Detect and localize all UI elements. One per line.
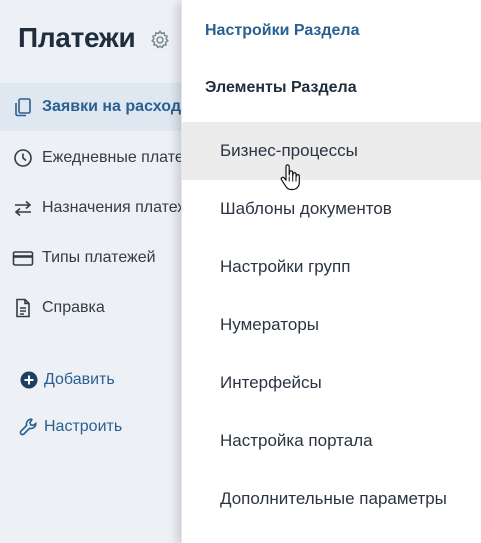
section-settings-menu: Настройки Раздела Элементы Раздела Бизне…	[181, 0, 481, 543]
sidebar-item-payment-purposes[interactable]: Назначения платежей	[0, 184, 200, 232]
clock-icon	[12, 147, 34, 169]
menu-item-label: Настройки групп	[220, 257, 351, 276]
swap-arrows-icon	[12, 197, 34, 219]
sidebar-item-label: Заявки на расходы	[42, 98, 195, 115]
add-button[interactable]: Добавить	[18, 369, 115, 391]
plus-circle-icon	[18, 369, 40, 391]
menu-item-additional-parameters[interactable]: Дополнительные параметры	[182, 470, 481, 528]
sidebar-item-daily-payments[interactable]: Ежедневные платежи	[0, 134, 200, 182]
page-title: Платежи	[18, 22, 136, 53]
menu-item-label: Дополнительные параметры	[220, 489, 447, 508]
document-icon	[12, 297, 34, 319]
sidebar-item-payment-types[interactable]: Типы платежей	[0, 234, 200, 282]
sidebar-item-expense-requests[interactable]: Заявки на расходы	[0, 83, 200, 131]
sidebar-item-label: Назначения платежей	[42, 199, 200, 216]
section-settings-link[interactable]: Настройки Раздела	[205, 22, 359, 40]
sidebar-item-help[interactable]: Справка	[0, 284, 200, 332]
menu-item-label: Настройка портала	[220, 431, 373, 450]
sidebar-item-label: Типы платежей	[42, 249, 156, 266]
menu-item-label: Нумераторы	[220, 315, 319, 334]
app-screen: Платежи Заявки на расходы Ежедневные пла…	[0, 0, 481, 543]
wrench-icon	[18, 416, 40, 438]
section-elements-heading: Элементы Раздела	[205, 79, 357, 96]
add-button-label: Добавить	[44, 371, 115, 388]
menu-item-numerators[interactable]: Нумераторы	[182, 296, 481, 354]
sidebar: Платежи Заявки на расходы Ежедневные пла…	[0, 0, 200, 543]
menu-item-portal-settings[interactable]: Настройка портала	[182, 412, 481, 470]
sidebar-item-label: Справка	[42, 299, 105, 316]
documents-icon	[12, 96, 34, 118]
menu-item-label: Интерфейсы	[220, 373, 322, 392]
sidebar-item-label: Ежедневные платежи	[42, 149, 200, 166]
configure-button[interactable]: Настроить	[18, 416, 122, 438]
configure-button-label: Настроить	[44, 418, 123, 435]
menu-item-group-settings[interactable]: Настройки групп	[182, 238, 481, 296]
menu-item-document-templates[interactable]: Шаблоны документов	[182, 180, 481, 238]
credit-card-icon	[12, 247, 34, 269]
menu-item-label: Шаблоны документов	[220, 199, 392, 218]
menu-item-interfaces[interactable]: Интерфейсы	[182, 354, 481, 412]
menu-item-label: Бизнес-процессы	[220, 141, 358, 160]
menu-item-business-processes[interactable]: Бизнес-процессы	[182, 122, 481, 180]
gear-icon[interactable]	[149, 29, 171, 51]
